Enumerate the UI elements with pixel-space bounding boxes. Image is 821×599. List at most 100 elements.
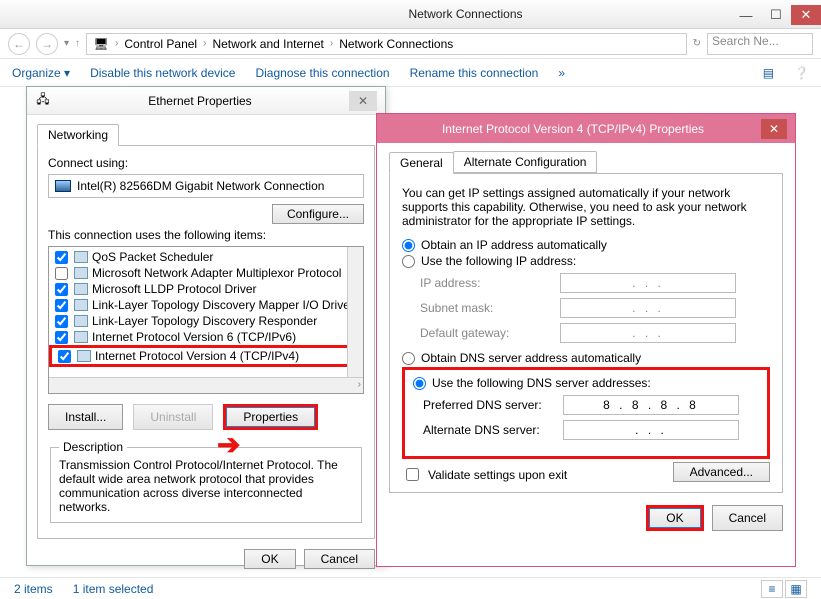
connect-using-label: Connect using: bbox=[48, 156, 364, 170]
item-checkbox[interactable] bbox=[55, 267, 68, 280]
tab-general[interactable]: General bbox=[389, 152, 454, 174]
control-panel-icon: 🖥 bbox=[93, 36, 109, 52]
list-item[interactable]: QoS Packet Scheduler bbox=[49, 249, 363, 265]
view-icon[interactable]: ▤ bbox=[763, 66, 774, 80]
item-checkbox[interactable] bbox=[55, 315, 68, 328]
items-label: This connection uses the following items… bbox=[48, 228, 364, 242]
protocol-icon bbox=[74, 299, 88, 311]
subnet-label: Subnet mask: bbox=[420, 301, 560, 315]
maximize-button[interactable]: ☐ bbox=[761, 5, 791, 25]
configure-button[interactable]: Configure... bbox=[272, 204, 364, 224]
list-item[interactable]: Internet Protocol Version 6 (TCP/IPv6) bbox=[49, 329, 363, 345]
item-label: Link-Layer Topology Discovery Mapper I/O… bbox=[92, 298, 354, 312]
radio-auto-ip[interactable]: Obtain an IP address automatically bbox=[402, 238, 770, 252]
cmd-rename[interactable]: Rename this connection bbox=[410, 66, 539, 80]
nic-icon bbox=[55, 180, 71, 192]
cancel-button[interactable]: Cancel bbox=[712, 505, 783, 531]
ip-address-input: . . . bbox=[560, 273, 736, 293]
help-icon[interactable]: ❔ bbox=[794, 66, 809, 80]
close-button[interactable]: ✕ bbox=[349, 91, 377, 111]
item-checkbox[interactable] bbox=[58, 350, 71, 363]
gateway-label: Default gateway: bbox=[420, 326, 560, 340]
alternate-dns-label: Alternate DNS server: bbox=[423, 423, 563, 437]
command-bar: Organize ▾ Disable this network device D… bbox=[0, 59, 821, 87]
status-selected: 1 item selected bbox=[73, 582, 154, 596]
cmd-more[interactable]: » bbox=[558, 66, 565, 80]
subnet-input: . . . bbox=[560, 298, 736, 318]
ip-address-label: IP address: bbox=[420, 276, 560, 290]
alternate-dns-input[interactable]: . . . bbox=[563, 420, 739, 440]
breadcrumb[interactable]: 🖥 › Control Panel › Network and Internet… bbox=[86, 33, 687, 55]
close-button[interactable]: ✕ bbox=[761, 119, 787, 139]
list-item[interactable]: Microsoft Network Adapter Multiplexor Pr… bbox=[49, 265, 363, 281]
item-label: Internet Protocol Version 4 (TCP/IPv4) bbox=[95, 349, 299, 363]
item-checkbox[interactable] bbox=[55, 283, 68, 296]
view-details-button[interactable]: ≡ bbox=[761, 580, 783, 598]
preferred-dns-label: Preferred DNS server: bbox=[423, 398, 563, 412]
adapter-name: Intel(R) 82566DM Gigabit Network Connect… bbox=[77, 179, 324, 193]
ethernet-title: Ethernet Properties bbox=[51, 94, 349, 108]
scrollbar-vertical[interactable] bbox=[347, 247, 363, 377]
item-checkbox[interactable] bbox=[55, 331, 68, 344]
breadcrumb-part[interactable]: Network and Internet bbox=[212, 37, 323, 51]
network-icon: 🖧 bbox=[35, 93, 51, 109]
protocol-icon bbox=[74, 283, 88, 295]
radio-manual-dns-input[interactable] bbox=[413, 377, 426, 390]
advanced-button[interactable]: Advanced... bbox=[673, 462, 770, 482]
ipv4-titlebar: Internet Protocol Version 4 (TCP/IPv4) P… bbox=[377, 114, 795, 143]
protocol-icon bbox=[74, 331, 88, 343]
scrollbar-horizontal[interactable]: › bbox=[49, 377, 363, 393]
radio-manual-ip-input[interactable] bbox=[402, 255, 415, 268]
tab-networking[interactable]: Networking bbox=[37, 124, 119, 146]
status-items: 2 items bbox=[14, 582, 53, 596]
item-label: Microsoft Network Adapter Multiplexor Pr… bbox=[92, 266, 341, 280]
minimize-button[interactable]: — bbox=[731, 5, 761, 25]
breadcrumb-part[interactable]: Control Panel bbox=[124, 37, 197, 51]
tab-alternate[interactable]: Alternate Configuration bbox=[453, 151, 598, 173]
ipv4-title: Internet Protocol Version 4 (TCP/IPv4) P… bbox=[385, 122, 761, 136]
history-dropdown-icon[interactable]: ▾ bbox=[64, 38, 69, 49]
ethernet-properties-dialog: 🖧 Ethernet Properties ✕ Networking Conne… bbox=[26, 86, 386, 566]
protocol-icon bbox=[74, 251, 88, 263]
preferred-dns-input[interactable]: 8 . 8 . 8 . 8 bbox=[563, 395, 739, 415]
radio-auto-ip-input[interactable] bbox=[402, 239, 415, 252]
cancel-button[interactable]: Cancel bbox=[304, 549, 375, 569]
protocol-icon bbox=[74, 315, 88, 327]
ok-button[interactable]: OK bbox=[244, 549, 295, 569]
properties-button[interactable]: Properties bbox=[226, 407, 315, 427]
validate-checkbox[interactable] bbox=[406, 468, 419, 481]
adapter-field: Intel(R) 82566DM Gigabit Network Connect… bbox=[48, 174, 364, 198]
back-button[interactable]: ← bbox=[8, 33, 30, 55]
radio-manual-dns[interactable]: Use the following DNS server addresses: bbox=[413, 376, 759, 390]
radio-auto-dns-input[interactable] bbox=[402, 352, 415, 365]
item-checkbox[interactable] bbox=[55, 299, 68, 312]
item-checkbox[interactable] bbox=[55, 251, 68, 264]
radio-manual-ip[interactable]: Use the following IP address: bbox=[402, 254, 770, 268]
forward-button[interactable]: → bbox=[36, 33, 58, 55]
components-listbox[interactable]: QoS Packet SchedulerMicrosoft Network Ad… bbox=[48, 246, 364, 394]
explorer-titlebar: Network Connections — ☐ ✕ bbox=[0, 0, 821, 29]
refresh-icon[interactable]: ↻ bbox=[693, 38, 701, 49]
close-button[interactable]: ✕ bbox=[791, 5, 821, 25]
ok-button[interactable]: OK bbox=[649, 508, 700, 528]
description-label: Description bbox=[59, 440, 127, 454]
up-button[interactable]: ↑ bbox=[75, 38, 80, 49]
radio-auto-dns[interactable]: Obtain DNS server address automatically bbox=[402, 351, 770, 365]
list-item[interactable]: Microsoft LLDP Protocol Driver bbox=[49, 281, 363, 297]
list-item[interactable]: Internet Protocol Version 4 (TCP/IPv4) bbox=[49, 345, 363, 367]
search-input[interactable]: Search Ne... bbox=[707, 33, 813, 55]
dns-section-highlight: Use the following DNS server addresses: … bbox=[402, 367, 770, 459]
ipv4-properties-dialog: Internet Protocol Version 4 (TCP/IPv4) P… bbox=[376, 113, 796, 567]
view-large-button[interactable]: ▦ bbox=[785, 580, 807, 598]
list-item[interactable]: Link-Layer Topology Discovery Mapper I/O… bbox=[49, 297, 363, 313]
cmd-disable[interactable]: Disable this network device bbox=[90, 66, 235, 80]
organize-menu[interactable]: Organize ▾ bbox=[12, 66, 70, 80]
item-label: Microsoft LLDP Protocol Driver bbox=[92, 282, 257, 296]
breadcrumb-part[interactable]: Network Connections bbox=[339, 37, 453, 51]
item-label: Link-Layer Topology Discovery Responder bbox=[92, 314, 317, 328]
install-button[interactable]: Install... bbox=[48, 404, 123, 430]
cmd-diagnose[interactable]: Diagnose this connection bbox=[255, 66, 389, 80]
ipv4-intro-text: You can get IP settings assigned automat… bbox=[402, 186, 770, 228]
explorer-title: Network Connections bbox=[200, 7, 731, 21]
list-item[interactable]: Link-Layer Topology Discovery Responder bbox=[49, 313, 363, 329]
